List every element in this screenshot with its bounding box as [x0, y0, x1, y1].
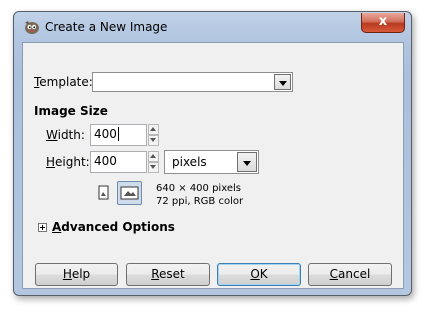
advanced-options-expander[interactable]: Advanced Options [52, 220, 175, 234]
template-dropdown-button[interactable] [274, 74, 291, 90]
dialog-body: Template: Image Size Width: 400 Height: … [22, 42, 404, 289]
unit-combo[interactable]: pixels [164, 150, 259, 174]
height-increment-button[interactable] [148, 151, 159, 162]
width-spinner[interactable] [148, 124, 159, 146]
width-decrement-button[interactable] [148, 135, 159, 146]
height-decrement-button[interactable] [148, 162, 159, 173]
template-combo[interactable] [92, 72, 293, 92]
arrow-down-icon [150, 165, 156, 169]
arrow-up-icon [150, 127, 156, 131]
window-title: Create a New Image [45, 20, 168, 34]
reset-button[interactable]: Reset [126, 263, 210, 286]
dialog-window: Create a New Image x Template: Image Siz… [13, 11, 412, 296]
height-value: 400 [94, 154, 117, 168]
cancel-button[interactable]: Cancel [308, 263, 392, 286]
resolution-colormode-text: 72 ppi, RGB color [156, 196, 244, 207]
image-size-info: 640 × 400 pixels 72 ppi, RGB color [156, 182, 243, 208]
chevron-down-icon [279, 81, 287, 86]
ok-button[interactable]: OK [217, 263, 301, 286]
width-label: Width: [46, 128, 85, 142]
height-input[interactable]: 400 [90, 151, 147, 173]
width-increment-button[interactable] [148, 124, 159, 135]
portrait-orientation-icon [98, 185, 109, 200]
height-label: Height: [46, 155, 90, 169]
landscape-button[interactable] [117, 181, 142, 205]
titlebar[interactable]: Create a New Image x [14, 12, 411, 42]
unit-dropdown-button[interactable] [237, 152, 257, 172]
close-icon: x [378, 14, 388, 29]
width-value: 400 [94, 127, 117, 141]
width-input[interactable]: 400 [90, 124, 147, 146]
arrow-up-icon [150, 154, 156, 158]
landscape-orientation-icon [120, 186, 139, 200]
unit-value: pixels [172, 155, 207, 169]
expand-plus-icon[interactable] [38, 223, 47, 232]
arrow-down-icon [150, 138, 156, 142]
pixel-dimensions-text: 640 × 400 pixels [156, 183, 241, 194]
close-button[interactable]: x [361, 13, 405, 33]
portrait-button[interactable] [96, 184, 111, 202]
gimp-icon [25, 21, 39, 34]
template-label: Template: [34, 75, 93, 89]
image-size-heading: Image Size [34, 104, 108, 118]
help-button[interactable]: Help [35, 263, 118, 286]
height-spinner[interactable] [148, 151, 159, 173]
chevron-down-icon [243, 161, 251, 166]
